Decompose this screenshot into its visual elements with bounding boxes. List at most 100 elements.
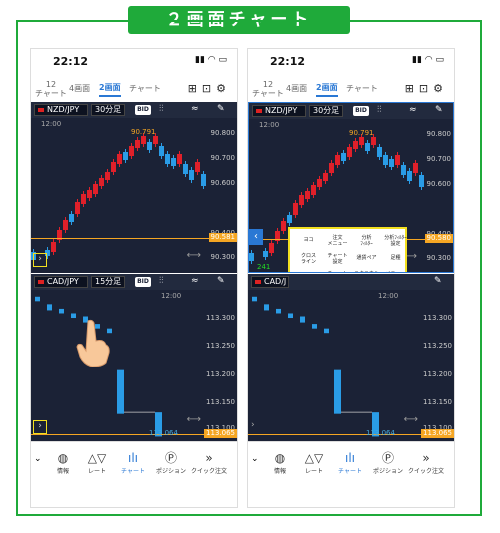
layout-screenshot-gear-icons[interactable]: ⊞⊡⚙ (405, 82, 448, 95)
tab-4-screen[interactable]: 4画面 (69, 84, 90, 93)
globe-icon: ◍ (57, 451, 69, 465)
candle-body (87, 190, 92, 198)
y-tick: 113.200 (206, 370, 235, 378)
nav-info[interactable]: ◍ 情報 (262, 450, 298, 475)
nav-quick-order[interactable]: » クイック注文 (191, 450, 227, 475)
candle-body (395, 155, 400, 165)
chevron-right-icon[interactable]: › (251, 420, 255, 430)
tab-12-chart[interactable]: 12 チャート (35, 80, 67, 98)
candle-body (99, 178, 104, 186)
candle-body (135, 140, 140, 148)
candle-body (371, 137, 376, 145)
tab-chart[interactable]: チャート (346, 84, 378, 93)
layout-screenshot-gear-icons[interactable]: ⊞⊡⚙ (188, 82, 231, 95)
last-label: 113.064 (149, 429, 178, 437)
chart-bottom[interactable]: CAD/JPY 15分足 BID ⫶⫶ ≈ ✎ 12:00 113.300 11… (31, 274, 237, 441)
y-tick: 113.150 (423, 398, 452, 406)
high-label: 90.791 (131, 128, 156, 136)
candle-body (171, 158, 176, 166)
candle-body (252, 296, 257, 302)
nav-chart[interactable]: ılı チャート (115, 450, 151, 475)
candle-body (323, 173, 328, 181)
chart-top[interactable]: NZD/JPY 30分足 BID ⫶⫶ ≈ ✎ 12:00 90.791 90.… (248, 102, 454, 273)
y-tick: 90.300 (210, 253, 236, 261)
nav-rate[interactable]: △▽ レート (79, 450, 115, 475)
y-tick: 113.250 (206, 342, 235, 350)
chart-menu-item[interactable]: 分析ﾌｨﾙﾀｰ 設定 (381, 235, 410, 247)
low-label: 241 (257, 263, 271, 271)
phone-left: 22:12 ▮▮ ◠ ▭ 12 チャート 4画面 2画面 チャート ⊞⊡⚙ NZD… (30, 48, 238, 508)
candle-body (69, 214, 74, 222)
clock: 22:12 (270, 55, 306, 68)
candle-body (389, 159, 394, 167)
collapse-icon[interactable]: ⌄ (34, 454, 42, 464)
chart-menu-item[interactable]: 注文 メニュー (323, 235, 352, 247)
expand-icon[interactable]: ⟷ (187, 250, 201, 261)
tab-chart[interactable]: チャート (129, 84, 161, 93)
candle-body (75, 202, 80, 214)
candle-body (377, 147, 382, 157)
chart-menu-item[interactable]: テクニカル設定 (352, 271, 381, 272)
finger-tap-icon (76, 319, 110, 367)
candle-body (117, 369, 124, 414)
expand-icon[interactable]: ⟷ (404, 414, 418, 425)
chart-menu-item[interactable]: 分析 ﾌｨﾙﾀｰ (352, 235, 381, 247)
price-line (248, 434, 428, 435)
signal-wifi-battery-icon: ▮▮ ◠ ▭ (195, 55, 227, 65)
triangles-icon: △▽ (87, 451, 107, 465)
chart-menu-item[interactable]: チャートタイプ (323, 271, 352, 272)
chart-top[interactable]: NZD/JPY 30分足 BID ⫶⫶ ≈ ✎ 12:00 90.791 90.… (31, 102, 237, 273)
candle-body (111, 162, 116, 172)
chart-menu-item[interactable]: ヨコ (294, 237, 323, 243)
expand-icon[interactable]: ⟷ (187, 414, 201, 425)
chart-bottom[interactable]: CAD/J ✎ 12:00 113.300 113.250 113.200 11… (248, 274, 454, 441)
nav-chart[interactable]: ılı チャート (332, 450, 368, 475)
candle-body (312, 324, 317, 329)
candle-body (59, 308, 64, 314)
y-tick: 113.200 (423, 370, 452, 378)
price-line (31, 238, 211, 239)
candle-body (263, 251, 268, 257)
price-tag: 113.065 (204, 429, 237, 438)
candle-body (365, 143, 370, 151)
chevron-right-icon[interactable]: › (33, 420, 47, 434)
candle-body (147, 142, 152, 150)
candle-body (165, 154, 170, 164)
candle-body (287, 215, 292, 223)
p-circle-icon: Ⓟ (381, 451, 394, 465)
tab-4-screen[interactable]: 4画面 (286, 84, 307, 93)
clock: 22:12 (53, 55, 89, 68)
price-line (31, 434, 211, 435)
chart-menu-item[interactable]: 足種 (381, 255, 410, 261)
candle-body (341, 153, 346, 161)
candles (35, 296, 162, 437)
y-tick: 90.600 (210, 179, 236, 187)
collapse-icon[interactable]: ⌄ (251, 454, 259, 464)
chart-menu-item[interactable]: チャート 設定 (323, 253, 352, 265)
nav-info[interactable]: ◍ 情報 (45, 450, 81, 475)
candle-body (317, 179, 322, 187)
chart-menu-item[interactable]: 通貨ペア (352, 255, 381, 261)
nav-position[interactable]: Ⓟ ポジション (153, 450, 189, 475)
nav-rate[interactable]: △▽ レート (296, 450, 332, 475)
nav-quick-order[interactable]: » クイック注文 (408, 450, 444, 475)
tab-12-chart[interactable]: 12 チャート (252, 80, 284, 98)
tab-2-screen[interactable]: 2画面 (316, 83, 338, 97)
triangles-icon: △▽ (304, 451, 324, 465)
candle-body (51, 242, 56, 252)
candle-body (299, 195, 304, 205)
nav-position[interactable]: Ⓟ ポジション (370, 450, 406, 475)
chevron-left-icon[interactable]: ‹ (249, 229, 263, 245)
chart-menu-item[interactable]: メニュー編集 (381, 271, 410, 272)
chart-menu-item[interactable]: クロス ライン (294, 253, 323, 265)
y-tick: 90.800 (210, 129, 236, 137)
candle-body (195, 162, 200, 172)
candle-body (177, 154, 182, 164)
tab-2-screen[interactable]: 2画面 (99, 83, 121, 97)
price-tag: 113.065 (421, 429, 454, 438)
candle-body (347, 147, 352, 157)
candle-body (141, 136, 146, 144)
chevrons-icon: » (205, 451, 213, 465)
chevron-right-icon[interactable]: › (33, 253, 47, 267)
y-tick: 113.150 (206, 398, 235, 406)
